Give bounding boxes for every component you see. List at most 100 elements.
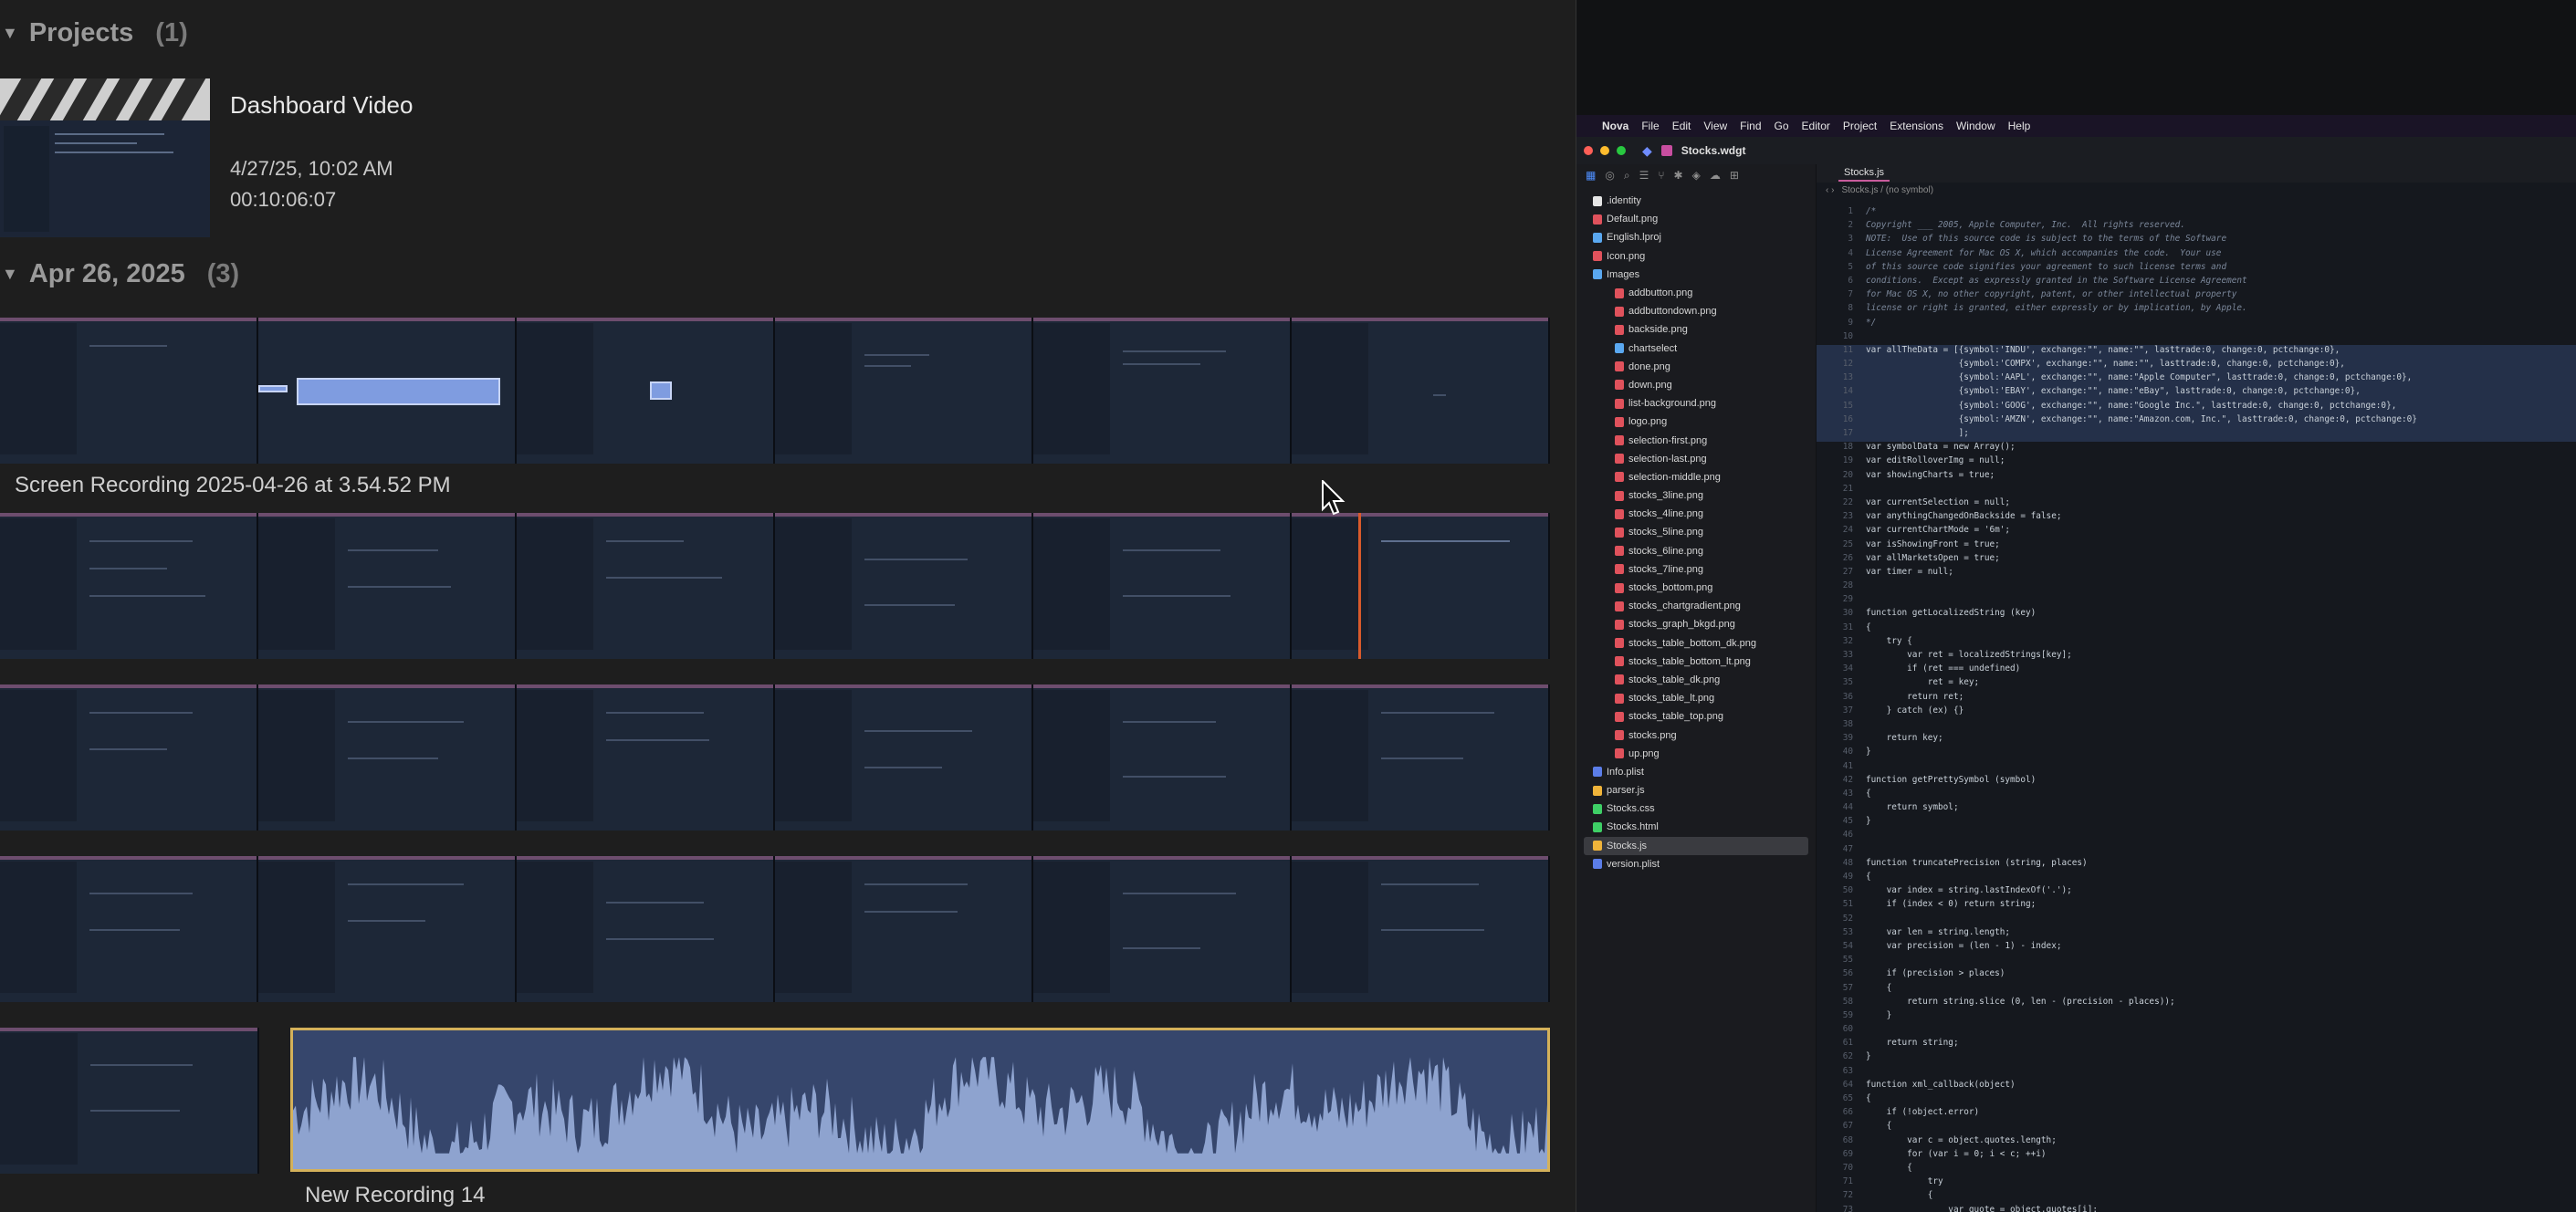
file-tree-item[interactable]: down.png — [1576, 376, 1816, 394]
code-line[interactable]: 21 — [1817, 484, 2576, 497]
code-line[interactable]: 34 if (ret === undefined) — [1817, 663, 2576, 677]
file-tree-item[interactable]: stocks_table_bottom_lt.png — [1576, 653, 1816, 671]
search-icon[interactable]: ⌕ — [1624, 169, 1630, 183]
code-line[interactable]: 44 return symbol; — [1817, 802, 2576, 816]
code-line[interactable]: 6 conditions. Except as expressly granted… — [1817, 276, 2576, 289]
code-line[interactable]: 14 {symbol:'EBAY', exchange:"", name:"eB… — [1817, 386, 2576, 401]
code-line[interactable]: 31 { — [1817, 622, 2576, 636]
code-line[interactable]: 73 var quote = object.quotes[i]; — [1817, 1205, 2576, 1212]
code-line[interactable]: 70 { — [1817, 1163, 2576, 1176]
file-tree-item[interactable]: .identity — [1576, 192, 1816, 210]
code-line[interactable]: 36 return ret; — [1817, 692, 2576, 705]
file-tree-item[interactable]: stocks_table_lt.png — [1576, 689, 1816, 707]
code-line[interactable]: 8 license or right is granted, either exp… — [1817, 303, 2576, 317]
file-tree-item[interactable]: stocks_table_top.png — [1576, 707, 1816, 726]
file-tree-item[interactable]: stocks_graph_bkgd.png — [1576, 615, 1816, 633]
code-line[interactable]: 52 — [1817, 914, 2576, 927]
file-tree-item[interactable]: stocks_bottom.png — [1576, 579, 1816, 597]
file-tree-item[interactable]: Stocks.js — [1584, 836, 1808, 855]
projects-section-header[interactable]: ▼ Projects (1) — [0, 18, 188, 48]
grid-icon[interactable]: ⊞ — [1730, 169, 1739, 182]
menu-item-extensions[interactable]: Extensions — [1890, 120, 1943, 132]
code-line[interactable]: 10 — [1817, 331, 2576, 345]
file-tree-item[interactable]: Stocks.html — [1576, 818, 1816, 836]
code-line[interactable]: 65 { — [1817, 1093, 2576, 1107]
disclosure-triangle-icon[interactable]: ▼ — [2, 24, 18, 43]
file-tree-item[interactable]: stocks_table_bottom_dk.png — [1576, 634, 1816, 653]
zoom-window-button[interactable] — [1617, 146, 1626, 155]
code-line[interactable]: 24 var currentChartMode = '6m'; — [1817, 525, 2576, 538]
code-line[interactable]: 69 for (var i = 0; i < c; ++i) — [1817, 1149, 2576, 1163]
file-tree-item[interactable]: stocks_6line.png — [1576, 542, 1816, 560]
code-line[interactable]: 40} — [1817, 747, 2576, 760]
code-line[interactable]: 33 var ret = localizedStrings[key]; — [1817, 650, 2576, 663]
breadcrumb-path[interactable]: Stocks.js / (no symbol) — [1841, 185, 1933, 195]
file-tree-item[interactable]: Icon.png — [1576, 247, 1816, 266]
video-clip-filmstrip[interactable] — [0, 318, 1550, 464]
code-line[interactable]: 5 of this source code signifies your agre… — [1817, 262, 2576, 276]
code-line[interactable]: 53 var len = string.length; — [1817, 927, 2576, 941]
screen-recording-label[interactable]: Screen Recording 2025-04-26 at 3.54.52 P… — [15, 473, 451, 498]
code-line[interactable]: 22 var currentSelection = null; — [1817, 497, 2576, 511]
code-line[interactable]: 41 — [1817, 761, 2576, 775]
code-line[interactable]: 55 — [1817, 955, 2576, 968]
file-tree-item[interactable]: version.plist — [1576, 855, 1816, 873]
file-tree-item[interactable]: chartselect — [1576, 340, 1816, 358]
menu-item-editor[interactable]: Editor — [1802, 120, 1830, 132]
file-tree-item[interactable]: logo.png — [1576, 413, 1816, 431]
close-window-button[interactable] — [1584, 146, 1593, 155]
disclosure-triangle-icon[interactable]: ▼ — [2, 265, 18, 284]
code-line[interactable]: 23 var anythingChangedOnBackside = false; — [1817, 511, 2576, 525]
code-line[interactable]: 45} — [1817, 816, 2576, 830]
file-tree-item[interactable]: done.png — [1576, 358, 1816, 376]
file-tree-item[interactable]: stocks_4line.png — [1576, 505, 1816, 523]
code-line[interactable]: 27 var timer = null; — [1817, 567, 2576, 580]
menu-item-project[interactable]: Project — [1843, 120, 1877, 132]
files-icon[interactable]: ▦ — [1586, 169, 1596, 182]
video-clip-filmstrip[interactable] — [0, 856, 1550, 1002]
file-tree-item[interactable]: English.lproj — [1576, 228, 1816, 246]
code-line[interactable]: 29 — [1817, 594, 2576, 608]
code-line[interactable]: 42 function getPrettySymbol (symbol) — [1817, 775, 2576, 789]
file-tree-item[interactable]: Images — [1576, 266, 1816, 284]
code-line[interactable]: 50 var index = string.lastIndexOf('.'); — [1817, 885, 2576, 899]
code-line[interactable]: 3 NOTE: Use of this source code is subjec… — [1817, 234, 2576, 247]
code-line[interactable]: 49 { — [1817, 872, 2576, 885]
cloud-icon[interactable]: ☁ — [1710, 169, 1721, 182]
code-line[interactable]: 28 — [1817, 580, 2576, 594]
code-line[interactable]: 11 var allTheData = [{symbol:'INDU', exch… — [1817, 344, 2576, 360]
code-line[interactable]: 17 ]; — [1817, 428, 2576, 443]
file-tree-item[interactable]: addbuttondown.png — [1576, 302, 1816, 320]
menu-item-go[interactable]: Go — [1775, 120, 1789, 132]
file-tree-item[interactable]: stocks_chartgradient.png — [1576, 597, 1816, 615]
code-line[interactable]: 43 { — [1817, 789, 2576, 802]
code-line[interactable]: 2 Copyright ___ 2005, Apple Computer, Inc… — [1817, 220, 2576, 234]
code-line[interactable]: 30 function getLocalizedString (key) — [1817, 608, 2576, 622]
debug-icon[interactable]: ✱ — [1674, 169, 1683, 182]
code-lines[interactable]: 1 /* 2 Copyright ___ 2005, Apple Computer, … — [1817, 206, 2576, 1212]
code-line[interactable]: 39 return key; — [1817, 733, 2576, 747]
code-line[interactable]: 58 return string.slice (0, len - (precis… — [1817, 997, 2576, 1010]
menu-item-view[interactable]: View — [1703, 120, 1727, 132]
file-tree-item[interactable]: backside.png — [1576, 320, 1816, 339]
code-line[interactable]: 13 {symbol:'AAPL', exchange:"", name:"Ap… — [1817, 372, 2576, 387]
file-tree-item[interactable]: stocks.png — [1576, 726, 1816, 744]
file-tree-item[interactable]: selection-middle.png — [1576, 468, 1816, 486]
menu-item-nova[interactable]: Nova — [1602, 120, 1628, 132]
code-line[interactable]: 35 ret = key; — [1817, 677, 2576, 691]
code-line[interactable]: 9 */ — [1817, 318, 2576, 331]
file-tree-item[interactable]: stocks_table_dk.png — [1576, 671, 1816, 689]
code-line[interactable]: 67 { — [1817, 1121, 2576, 1134]
code-editor[interactable]: Stocks.js ‹ › Stocks.js / (no symbol) 1 /… — [1817, 164, 2576, 1212]
code-line[interactable]: 48 function truncatePrecision (string, pl… — [1817, 858, 2576, 872]
video-clip-filmstrip[interactable] — [0, 684, 1550, 831]
code-line[interactable]: 63 — [1817, 1066, 2576, 1080]
code-line[interactable]: 38 — [1817, 719, 2576, 733]
tab-stocks-js[interactable]: Stocks.js — [1838, 165, 1890, 182]
code-line[interactable]: 12 {symbol:'COMPX', exchange:"", name:""… — [1817, 359, 2576, 373]
git-icon[interactable]: ⑂ — [1658, 169, 1664, 182]
extensions-icon[interactable]: ◈ — [1692, 169, 1701, 182]
file-tree-item[interactable]: addbutton.png — [1576, 284, 1816, 302]
code-line[interactable]: 32 try { — [1817, 636, 2576, 650]
audio-clip-label[interactable]: New Recording 14 — [305, 1183, 485, 1208]
